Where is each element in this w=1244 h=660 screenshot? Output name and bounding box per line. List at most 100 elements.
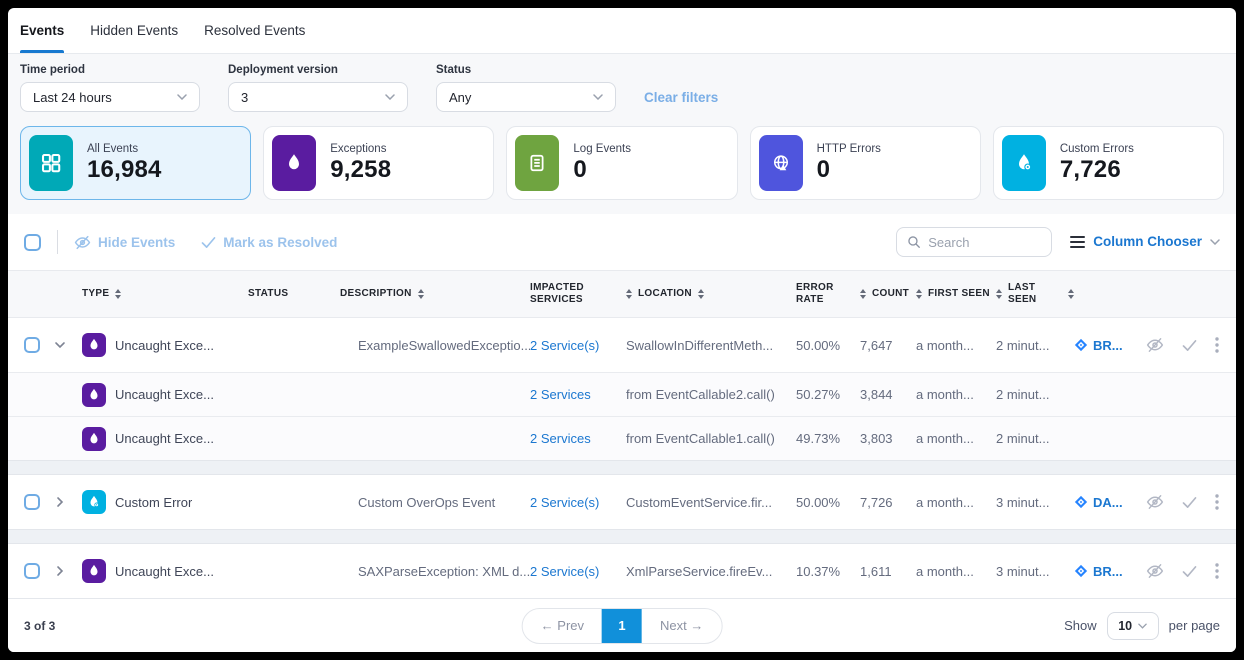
chevron-down-icon xyxy=(1210,239,1220,245)
resolve-event-icon[interactable] xyxy=(1182,339,1197,352)
tab-hidden-events[interactable]: Hidden Events xyxy=(90,8,178,53)
chevron-right-icon[interactable] xyxy=(54,565,66,577)
hide-event-icon[interactable] xyxy=(1146,493,1164,511)
prev-page-button[interactable]: ← Prev xyxy=(523,609,602,643)
exception-type-icon xyxy=(82,383,106,407)
column-chooser-button[interactable]: Column Chooser xyxy=(1070,233,1220,251)
card-label: All Events xyxy=(87,143,162,155)
sort-icon xyxy=(916,289,922,300)
card-exceptions[interactable]: Exceptions 9,258 xyxy=(263,126,494,200)
ticket-link[interactable]: BR... xyxy=(1074,564,1136,579)
time-period-filter: Time period Last 24 hours xyxy=(20,64,200,112)
exception-type-icon xyxy=(82,559,106,583)
event-description: ExampleSwallowedExceptio... xyxy=(340,338,530,353)
card-value: 7,726 xyxy=(1060,156,1134,184)
event-location: from EventCallable1.call() xyxy=(626,431,796,446)
table-row: Uncaught Exce... ExampleSwallowedExcepti… xyxy=(8,318,1236,372)
sort-icon xyxy=(1068,289,1074,300)
row-checkbox[interactable] xyxy=(24,337,40,353)
select-all-checkbox[interactable] xyxy=(24,234,41,251)
per-page-label: per page xyxy=(1169,618,1220,633)
page-size-select[interactable]: 10 xyxy=(1107,612,1159,640)
tab-events[interactable]: Events xyxy=(20,8,64,53)
status-select[interactable]: Any xyxy=(436,82,616,112)
header-last-seen[interactable]: LAST SEEN xyxy=(996,282,1074,307)
ticket-link[interactable]: BR... xyxy=(1074,338,1136,353)
header-label: IMPACTED SERVICES xyxy=(530,282,626,307)
next-page-button[interactable]: Next → xyxy=(642,609,721,643)
flame-gear-icon xyxy=(1002,135,1046,191)
kebab-menu-icon[interactable] xyxy=(1215,563,1219,579)
events-dashboard: Events Hidden Events Resolved Events Tim… xyxy=(8,8,1236,652)
chevron-right-icon[interactable] xyxy=(54,496,66,508)
row-checkbox[interactable] xyxy=(24,563,40,579)
card-all-events[interactable]: All Events 16,984 xyxy=(20,126,251,200)
clear-filters-link[interactable]: Clear filters xyxy=(644,90,718,105)
count-value: 3,803 xyxy=(860,431,916,446)
last-seen-value: 2 minut... xyxy=(996,387,1074,402)
error-rate-value: 10.37% xyxy=(796,564,860,579)
deployment-version-label: Deployment version xyxy=(228,64,408,76)
error-rate-value: 50.00% xyxy=(796,338,860,353)
search-input[interactable] xyxy=(928,235,1038,250)
row-checkbox[interactable] xyxy=(24,494,40,510)
resolve-event-icon[interactable] xyxy=(1182,565,1197,578)
header-label: ERROR RATE xyxy=(796,282,860,307)
hide-event-icon[interactable] xyxy=(1146,336,1164,354)
header-description[interactable]: DESCRIPTION xyxy=(340,288,530,301)
error-rate-value: 49.73% xyxy=(796,431,860,446)
exception-type-icon xyxy=(82,333,106,357)
card-label: Custom Errors xyxy=(1060,143,1134,155)
hide-event-icon[interactable] xyxy=(1146,562,1164,580)
header-impacted-services[interactable]: IMPACTED SERVICES xyxy=(530,282,626,307)
last-seen-value: 2 minut... xyxy=(996,431,1074,446)
impacted-services-link[interactable]: 2 Service(s) xyxy=(530,495,626,510)
time-period-select[interactable]: Last 24 hours xyxy=(20,82,200,112)
tab-resolved-events[interactable]: Resolved Events xyxy=(204,8,305,53)
mark-resolved-button[interactable]: Mark as Resolved xyxy=(201,235,337,250)
deployment-version-select[interactable]: 3 xyxy=(228,82,408,112)
impacted-services-link[interactable]: 2 Service(s) xyxy=(530,564,626,579)
page-size-value: 10 xyxy=(1118,619,1132,633)
error-rate-value: 50.27% xyxy=(796,387,860,402)
chevron-down-icon xyxy=(1138,623,1147,629)
status-value: Any xyxy=(449,90,471,105)
search-icon xyxy=(907,235,921,249)
card-http-errors[interactable]: HTTP Errors 0 xyxy=(750,126,981,200)
chevron-down-icon[interactable] xyxy=(54,339,66,351)
impacted-services-link[interactable]: 2 Services xyxy=(530,431,626,446)
first-seen-value: a month... xyxy=(916,431,996,446)
status-label: Status xyxy=(436,64,616,76)
first-seen-value: a month... xyxy=(916,387,996,402)
table-header: TYPE STATUS DESCRIPTION IMPACTED SERVICE… xyxy=(8,270,1236,318)
header-error-rate[interactable]: ERROR RATE xyxy=(796,282,860,307)
impacted-services-link[interactable]: 2 Service(s) xyxy=(530,338,626,353)
card-custom-errors[interactable]: Custom Errors 7,726 xyxy=(993,126,1224,200)
current-page-button[interactable]: 1 xyxy=(602,609,642,643)
card-value: 0 xyxy=(817,156,881,184)
kebab-menu-icon[interactable] xyxy=(1215,337,1219,353)
table-row: Uncaught Exce... SAXParseException: XML … xyxy=(8,544,1236,598)
jira-diamond-icon xyxy=(1074,495,1088,509)
jira-diamond-icon xyxy=(1074,338,1088,352)
menu-bars-icon xyxy=(1070,233,1085,251)
card-log-events[interactable]: Log Events 0 xyxy=(506,126,737,200)
header-label: LAST SEEN xyxy=(1008,282,1062,307)
row-group-gap xyxy=(8,529,1236,544)
sort-icon xyxy=(860,289,866,300)
impacted-services-link[interactable]: 2 Services xyxy=(530,387,626,402)
header-type[interactable]: TYPE xyxy=(82,288,248,301)
hide-events-button[interactable]: Hide Events xyxy=(74,234,175,251)
table-toolbar: Hide Events Mark as Resolved Column Choo… xyxy=(8,214,1236,270)
kebab-menu-icon[interactable] xyxy=(1215,494,1219,510)
header-status[interactable]: STATUS xyxy=(248,288,340,301)
event-location: CustomEventService.fir... xyxy=(626,495,796,510)
header-first-seen[interactable]: FIRST SEEN xyxy=(916,288,996,301)
header-label: DESCRIPTION xyxy=(340,288,412,301)
resolve-event-icon[interactable] xyxy=(1182,496,1197,509)
mark-resolved-label: Mark as Resolved xyxy=(223,235,337,250)
ticket-link[interactable]: DA... xyxy=(1074,495,1136,510)
header-location[interactable]: LOCATION xyxy=(626,288,796,301)
grid-icon xyxy=(29,135,73,191)
header-count[interactable]: COUNT xyxy=(860,288,916,301)
